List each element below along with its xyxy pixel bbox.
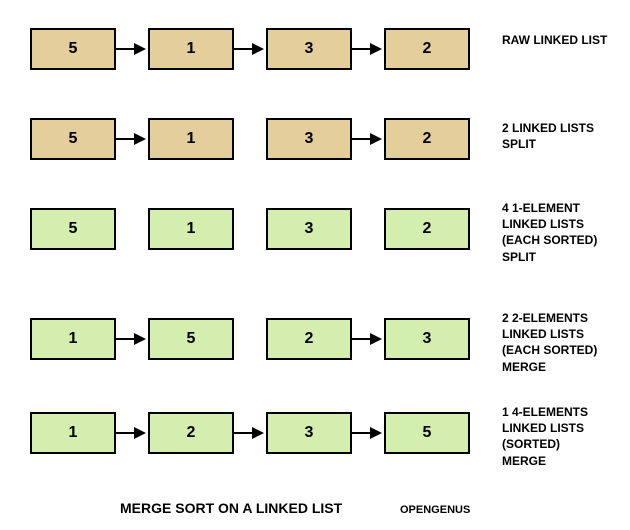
list-node: 3	[266, 118, 352, 160]
step-label: 4 1-ELEMENT LINKED LISTS (EACH SORTED) S…	[502, 200, 626, 265]
list-node: 3	[384, 318, 470, 360]
list-node: 2	[384, 118, 470, 160]
list-node: 3	[266, 412, 352, 454]
list-node: 1	[30, 318, 116, 360]
step-row: 1523	[30, 318, 470, 360]
list-node: 1	[148, 208, 234, 250]
gap-spacer	[116, 208, 148, 250]
list-node: 3	[266, 28, 352, 70]
list-node: 1	[148, 118, 234, 160]
step-label: 2 2-ELEMENTS LINKED LISTS (EACH SORTED) …	[502, 310, 626, 375]
list-node: 5	[384, 412, 470, 454]
list-node: 5	[30, 208, 116, 250]
arrow-icon	[116, 28, 148, 70]
arrow-icon	[352, 28, 384, 70]
list-node: 5	[148, 318, 234, 360]
arrow-icon	[116, 318, 148, 360]
step-label: 1 4-ELEMENTS LINKED LISTS (SORTED) MERGE	[502, 404, 626, 469]
gap-spacer	[234, 318, 266, 360]
arrow-icon	[352, 318, 384, 360]
arrow-icon	[116, 118, 148, 160]
list-node: 5	[30, 118, 116, 160]
list-node: 2	[148, 412, 234, 454]
arrow-icon	[234, 28, 266, 70]
arrow-icon	[352, 118, 384, 160]
gap-spacer	[234, 208, 266, 250]
step-label: 2 LINKED LISTS SPLIT	[502, 120, 626, 152]
list-node: 1	[148, 28, 234, 70]
arrow-icon	[234, 412, 266, 454]
arrow-icon	[352, 412, 384, 454]
gap-spacer	[234, 118, 266, 160]
list-node: 3	[266, 208, 352, 250]
list-node: 2	[384, 28, 470, 70]
step-row: 5132	[30, 28, 470, 70]
step-label: RAW LINKED LIST	[502, 32, 626, 48]
arrow-icon	[116, 412, 148, 454]
gap-spacer	[352, 208, 384, 250]
diagram-credit: OPENGENUS	[400, 504, 470, 516]
step-row: 1235	[30, 412, 470, 454]
list-node: 5	[30, 28, 116, 70]
diagram-title: MERGE SORT ON A LINKED LIST	[120, 500, 342, 516]
step-row: 5132	[30, 208, 470, 250]
list-node: 2	[384, 208, 470, 250]
list-node: 2	[266, 318, 352, 360]
list-node: 1	[30, 412, 116, 454]
step-row: 5132	[30, 118, 470, 160]
